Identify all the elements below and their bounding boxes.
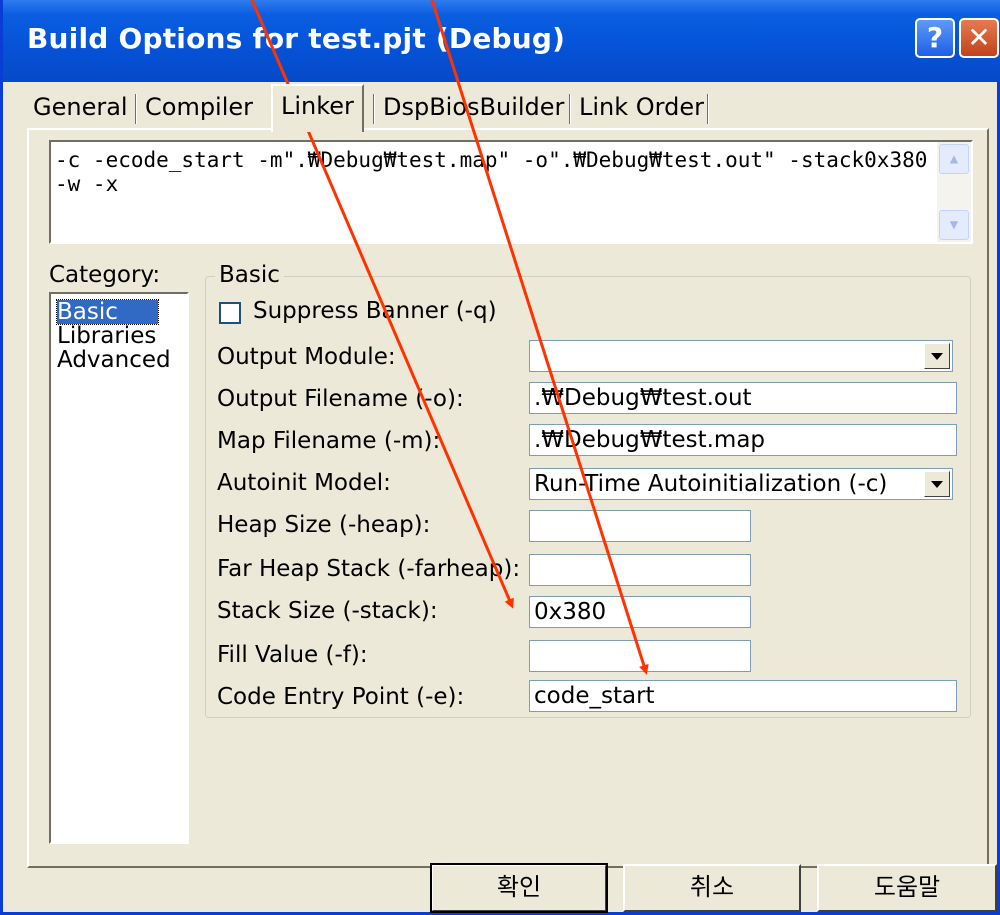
- fill-value-field[interactable]: [529, 640, 751, 672]
- scroll-down-icon[interactable]: ▼: [939, 210, 969, 240]
- code-entry-point-field[interactable]: code_start: [529, 680, 957, 712]
- autoinit-model-label: Autoinit Model:: [217, 470, 391, 496]
- heap-size-field[interactable]: [529, 510, 751, 542]
- tab-separator: [707, 94, 709, 124]
- output-filename-field[interactable]: .₩Debug₩test.out: [529, 382, 957, 414]
- ok-button[interactable]: 확인: [430, 863, 608, 913]
- stack-size-label: Stack Size (-stack):: [217, 598, 438, 624]
- title-bar[interactable]: Build Options for test.pjt (Debug) ? ✕: [3, 0, 1000, 82]
- group-title: Basic: [215, 262, 284, 288]
- map-filename-field[interactable]: .₩Debug₩test.map: [529, 424, 957, 456]
- fill-value-label: Fill Value (-f):: [217, 642, 368, 668]
- tab-separator: [569, 94, 571, 124]
- tab-compiler[interactable]: Compiler: [145, 90, 253, 126]
- tab-separator: [373, 94, 375, 124]
- stack-size-field[interactable]: 0x380: [529, 596, 751, 628]
- heap-size-label: Heap Size (-heap):: [217, 512, 431, 538]
- tab-general[interactable]: General: [33, 90, 128, 126]
- far-heap-stack-field[interactable]: [529, 554, 751, 586]
- chevron-down-icon[interactable]: [924, 471, 950, 497]
- category-item-advanced[interactable]: Advanced: [57, 348, 171, 372]
- output-module-select[interactable]: [529, 340, 953, 372]
- category-item-basic[interactable]: Basic: [56, 299, 159, 325]
- command-scrollbar[interactable]: ▲ ▼: [937, 142, 971, 242]
- chevron-down-icon[interactable]: [924, 343, 950, 369]
- tab-linker[interactable]: Linker: [271, 84, 364, 132]
- tab-dspbiosbuilder[interactable]: DspBiosBuilder: [383, 90, 564, 126]
- autoinit-model-value: Run-Time Autoinitialization (-c): [534, 471, 888, 497]
- map-filename-label: Map Filename (-m):: [217, 428, 441, 454]
- suppress-banner-label: Suppress Banner (-q): [253, 298, 497, 324]
- category-item-libraries[interactable]: Libraries: [57, 324, 156, 348]
- tab-link-order[interactable]: Link Order: [579, 90, 704, 126]
- build-options-dialog: Build Options for test.pjt (Debug) ? ✕ G…: [0, 0, 1000, 915]
- output-module-label: Output Module:: [217, 344, 396, 370]
- suppress-banner-checkbox[interactable]: [219, 302, 241, 324]
- autoinit-model-select[interactable]: Run-Time Autoinitialization (-c): [529, 468, 953, 500]
- cancel-button[interactable]: 취소: [623, 864, 801, 912]
- category-list[interactable]: Basic Libraries Advanced: [49, 292, 189, 844]
- far-heap-stack-label: Far Heap Stack (-farheap):: [217, 556, 521, 582]
- close-icon[interactable]: ✕: [959, 18, 999, 58]
- code-entry-point-label: Code Entry Point (-e):: [217, 684, 465, 710]
- help-icon[interactable]: ?: [915, 18, 955, 58]
- scroll-up-icon[interactable]: ▲: [939, 144, 969, 174]
- command-line-box[interactable]: -c -ecode_start -m".₩Debug₩test.map" -o"…: [49, 140, 973, 244]
- category-label: Category:: [49, 262, 161, 288]
- command-line-text[interactable]: -c -ecode_start -m".₩Debug₩test.map" -o"…: [55, 148, 935, 196]
- tab-separator: [135, 94, 137, 124]
- output-filename-label: Output Filename (-o):: [217, 386, 464, 412]
- window-title: Build Options for test.pjt (Debug): [27, 22, 566, 55]
- help-button[interactable]: 도움말: [817, 864, 997, 912]
